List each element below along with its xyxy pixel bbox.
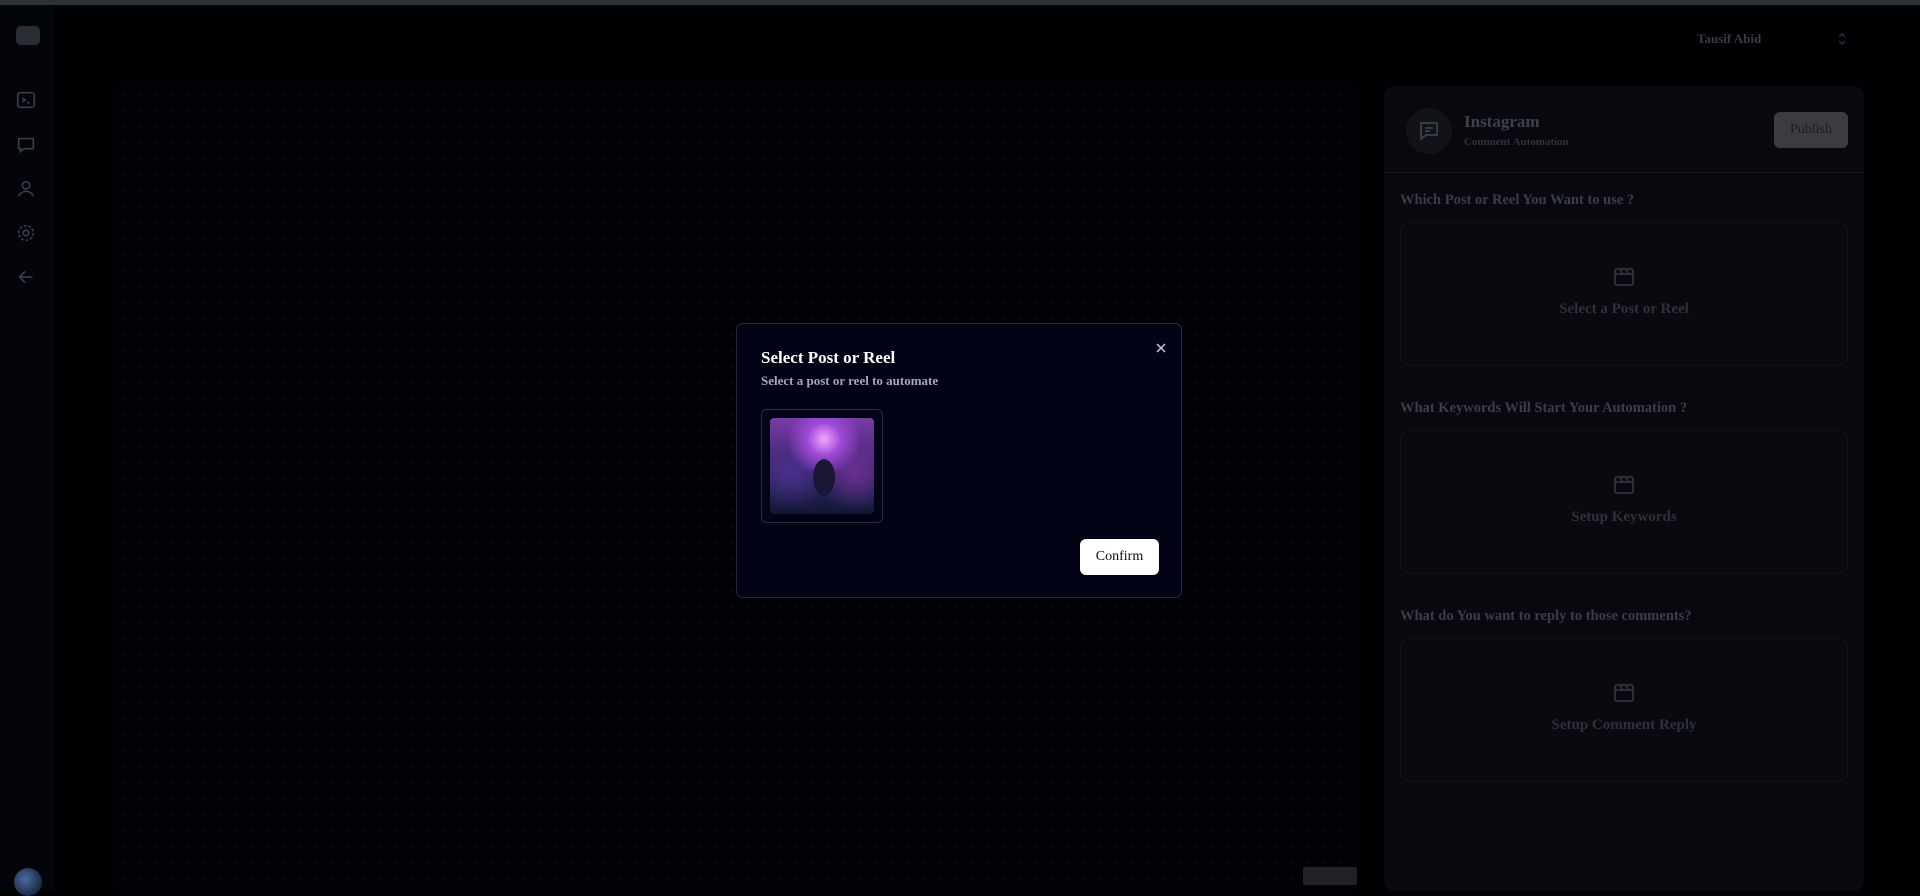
- close-icon[interactable]: [1154, 341, 1168, 355]
- post-thumbnail-image: [770, 418, 874, 514]
- dialog-title: Select Post or Reel: [761, 348, 896, 367]
- select-post-dialog: Select Post or Reel Select a post or ree…: [736, 323, 1182, 598]
- post-thumbnail-card[interactable]: [761, 409, 883, 523]
- confirm-button[interactable]: Confirm: [1080, 539, 1159, 575]
- dialog-description: Select a post or reel to automate: [761, 373, 939, 388]
